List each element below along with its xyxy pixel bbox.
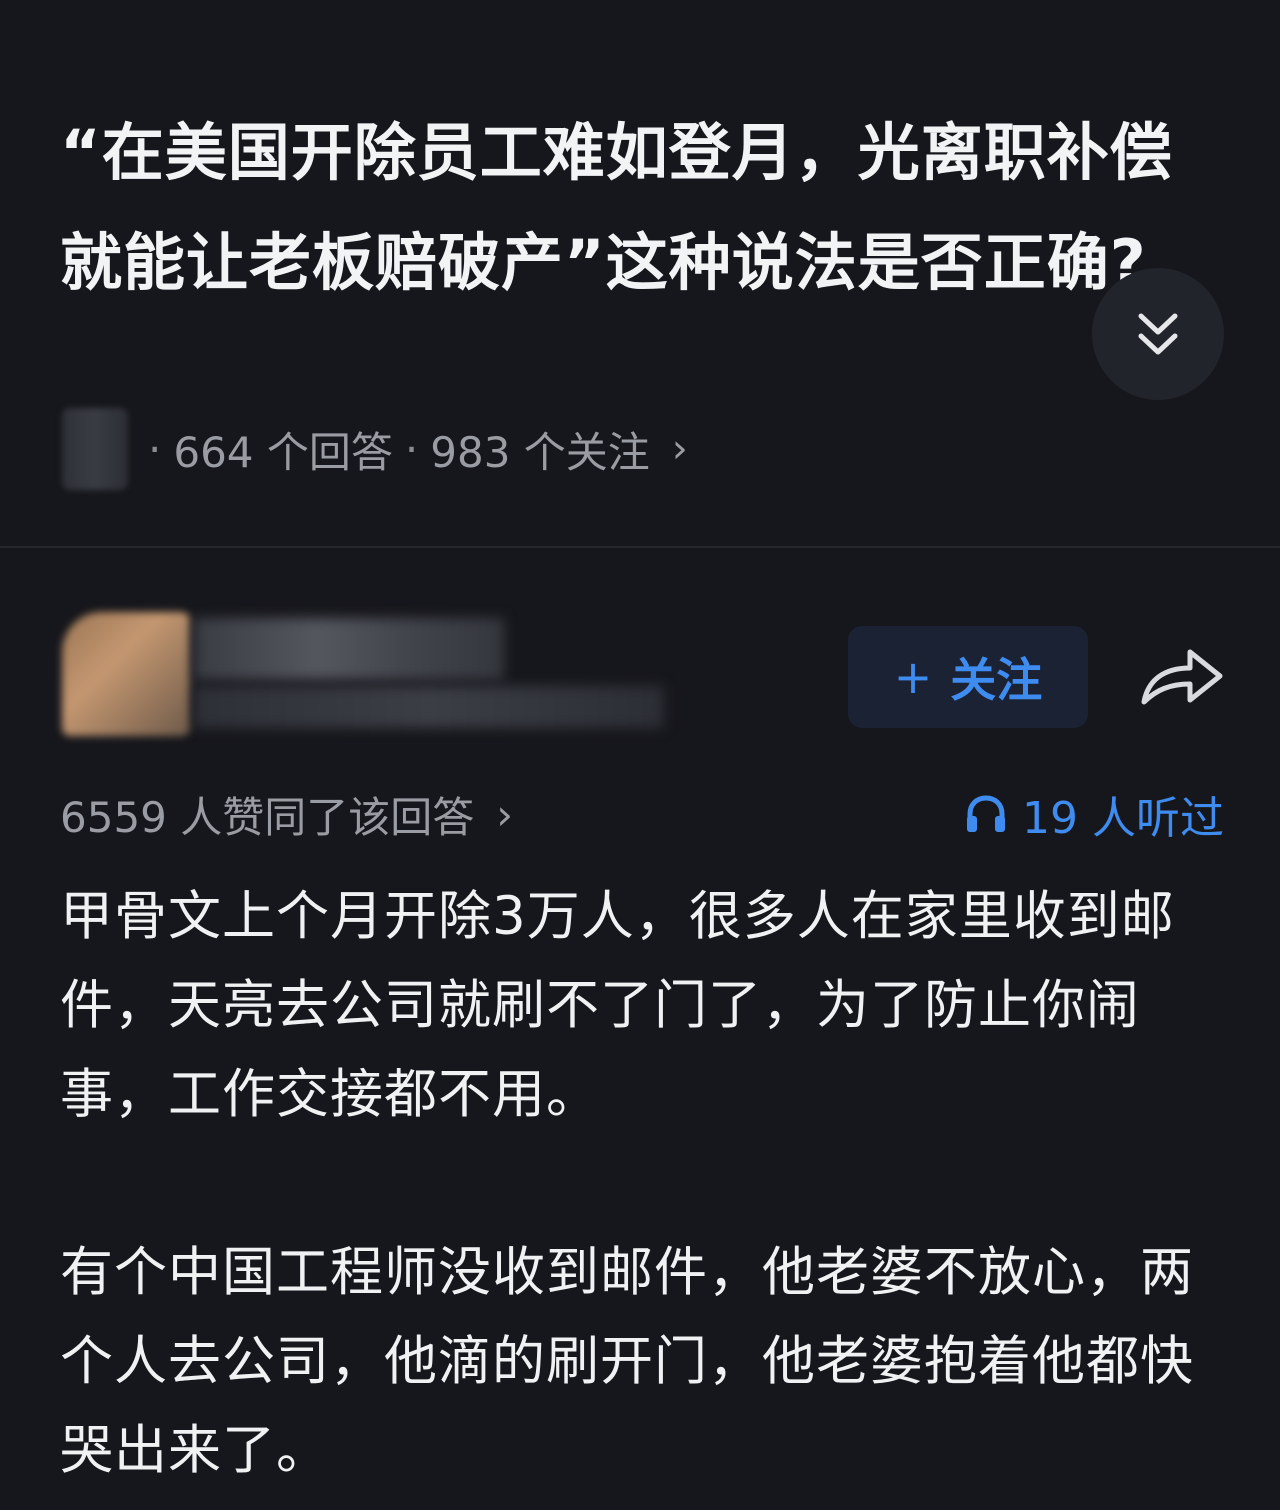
- chevron-right-icon: ›: [671, 426, 688, 472]
- follow-count: 983 个关注: [430, 427, 650, 477]
- share-icon[interactable]: [1138, 640, 1226, 712]
- headphones-icon: [967, 795, 1006, 832]
- chevron-right-icon: ›: [496, 789, 514, 839]
- answer-paragraph: 甲骨文上个月开除3万人，很多人在家里收到邮件，天亮去公司就刷不了门了，为了防止你…: [60, 886, 1175, 1125]
- author-name-blurred: [194, 618, 504, 680]
- answer-count: 664 个回答: [173, 427, 393, 477]
- answer-paragraph: 有个中国工程师没收到邮件，他老婆不放心，两个人去公司，他滴的刷开门，他老婆抱着他…: [60, 1242, 1194, 1481]
- author-bio-blurred: [194, 686, 664, 728]
- blurred-topic-tag: [62, 408, 128, 490]
- follow-button[interactable]: + 关注: [848, 626, 1088, 728]
- approve-text: 6559 人赞同了该回答: [60, 792, 475, 842]
- follow-label: 关注: [950, 653, 1043, 707]
- section-divider: [0, 546, 1280, 548]
- avatar[interactable]: [62, 612, 190, 736]
- meta-separator: ·: [404, 424, 419, 474]
- question-title[interactable]: “在美国开除员工难如登月，光离职补偿就能让老板赔破产”这种说法是否正确?: [60, 98, 1230, 318]
- expand-button[interactable]: [1092, 268, 1224, 400]
- approve-count[interactable]: 6559 人赞同了该回答 ›: [60, 784, 513, 844]
- question-meta[interactable]: · 664 个回答 · 983 个关注 ›: [62, 408, 688, 490]
- answer-content[interactable]: 甲骨文上个月开除3万人，很多人在家里收到邮件，天亮去公司就刷不了门了，为了防止你…: [60, 872, 1225, 1495]
- chevrons-down-icon: [1138, 313, 1178, 355]
- plus-icon: +: [893, 650, 933, 704]
- meta-separator: ·: [148, 424, 162, 474]
- listen-count[interactable]: 19 人听过: [964, 784, 1224, 844]
- listen-text: 19 人听过: [1022, 793, 1224, 844]
- author-info[interactable]: [62, 608, 682, 736]
